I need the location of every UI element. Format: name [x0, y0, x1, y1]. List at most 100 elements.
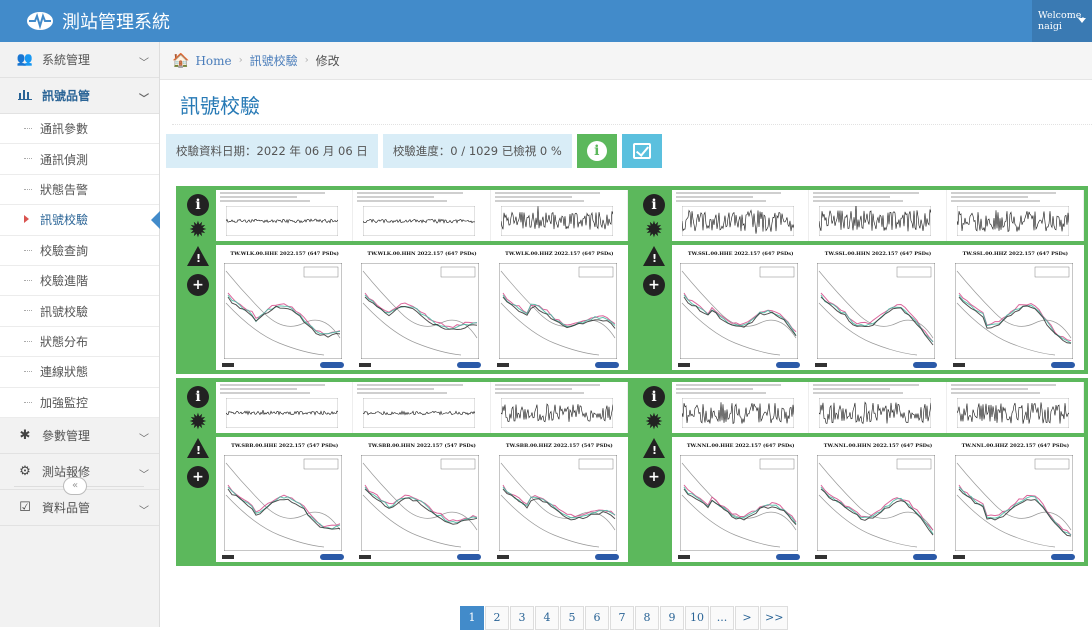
submenu-item-active[interactable]: 訊號校驗 — [0, 205, 160, 236]
station-card[interactable]: i ✹! + TW.WLK.00.HHE 2022.157 (647 PSDs) TW.… — [176, 186, 632, 374]
sidebar-item-data-qc[interactable]: ☑ 資料品管 ﹀ — [0, 490, 159, 526]
waveform-plot[interactable] — [353, 382, 491, 433]
breadcrumb-home-link[interactable]: Home — [195, 54, 231, 68]
psd-plot[interactable]: TW.NNL.00.HHN 2022.157 (647 PSDs) — [809, 441, 946, 562]
chevron-down-icon: ﹀ — [139, 505, 149, 517]
psd-footer — [359, 554, 482, 560]
waveform-row — [672, 382, 1084, 437]
submenu-label: 訊號校驗 — [40, 213, 89, 228]
psd-plot[interactable]: TW.SBB.00.HHE 2022.157 (547 PSDs) — [216, 441, 353, 562]
waveform-plot[interactable] — [809, 190, 947, 241]
page-button[interactable]: 10 — [685, 606, 709, 630]
warning-icon[interactable]: ! — [187, 438, 209, 458]
psd-title: TW.WLK.00.HHN 2022.157 (647 PSDs) — [367, 251, 477, 257]
gear-icon[interactable]: ✹ — [643, 412, 665, 434]
add-icon[interactable]: + — [187, 466, 209, 488]
psd-chart — [817, 455, 936, 551]
waveform-plot[interactable] — [947, 382, 1084, 433]
psd-plot[interactable]: TW.SSL.00.HHN 2022.157 (647 PSDs) — [809, 249, 946, 370]
page-button[interactable]: > — [735, 606, 759, 630]
logo-icon — [27, 12, 53, 30]
waveform-row — [216, 382, 628, 437]
card-panels: TW.NNL.00.HHE 2022.157 (647 PSDs) TW.NNL.… — [672, 382, 1084, 562]
user-menu[interactable]: Welcome, naigi — [1032, 0, 1092, 42]
psd-plot[interactable]: TW.SBB.00.HHZ 2022.157 (547 PSDs) — [491, 441, 628, 562]
submenu-item[interactable]: 通訊參數 — [0, 114, 159, 145]
warning-icon[interactable]: ! — [187, 246, 209, 266]
page-button[interactable]: 8 — [635, 606, 659, 630]
submenu-item[interactable]: 狀態告警 — [0, 174, 159, 206]
info-button[interactable]: i — [576, 134, 617, 168]
sidebar-item-params[interactable]: ✱ 參數管理 ﹀ — [0, 418, 159, 454]
waveform-plot[interactable] — [216, 382, 354, 433]
submenu-label: 連線狀態 — [40, 365, 89, 380]
psd-plot[interactable]: TW.WLK.00.HHE 2022.157 (647 PSDs) — [216, 249, 353, 370]
check-square-icon — [632, 143, 651, 159]
psd-chart — [498, 455, 617, 551]
station-card[interactable]: i ✹! + TW.NNL.00.HHE 2022.157 (647 PSDs) TW.… — [632, 378, 1088, 566]
waveform-plot[interactable] — [491, 190, 628, 241]
page-button[interactable]: ... — [710, 606, 734, 630]
divider — [172, 124, 1092, 125]
page-button[interactable]: 6 — [585, 606, 609, 630]
psd-plot[interactable]: TW.WLK.00.HHZ 2022.157 (647 PSDs) — [491, 249, 628, 370]
gear-icon[interactable]: ✹ — [187, 412, 209, 434]
info-icon[interactable]: i — [187, 386, 209, 408]
caret-down-icon — [1078, 18, 1086, 23]
submenu-item[interactable]: 連線狀態 — [0, 357, 159, 388]
psd-chart — [498, 263, 617, 359]
submenu-item[interactable]: 校驗查詢 — [0, 235, 159, 266]
info-icon[interactable]: i — [643, 194, 665, 216]
waveform-plot[interactable] — [947, 190, 1084, 241]
submenu-item[interactable]: 訊號校驗 — [0, 296, 159, 327]
submenu-item[interactable]: 校驗進階 — [0, 265, 159, 297]
add-icon[interactable]: + — [187, 274, 209, 296]
station-card[interactable]: i ✹! + TW.SSL.00.HHE 2022.157 (647 PSDs) TW.… — [632, 186, 1088, 374]
sidebar-item-label: 訊號品管 — [42, 89, 91, 103]
psd-footer — [815, 362, 938, 368]
info-icon[interactable]: i — [187, 194, 209, 216]
page-button[interactable]: 5 — [560, 606, 584, 630]
page-button[interactable]: 9 — [660, 606, 684, 630]
page-button[interactable]: 1 — [460, 606, 484, 630]
page-button[interactable]: >> — [760, 606, 789, 630]
psd-plot[interactable]: TW.SBB.00.HHN 2022.157 (547 PSDs) — [353, 441, 490, 562]
waveform-trace — [956, 206, 1069, 236]
warning-icon[interactable]: ! — [643, 246, 665, 266]
waveform-plot[interactable] — [672, 382, 810, 433]
psd-title: TW.SSL.00.HHZ 2022.157 (647 PSDs) — [962, 251, 1069, 257]
submenu-item[interactable]: 狀態分布 — [0, 326, 159, 358]
warning-icon[interactable]: ! — [643, 438, 665, 458]
waveform-plot[interactable] — [491, 382, 628, 433]
submenu-item[interactable]: 加強監控 — [0, 387, 159, 418]
waveform-plot[interactable] — [216, 190, 354, 241]
card-toolbar: i ✹! + — [636, 382, 672, 562]
add-icon[interactable]: + — [643, 274, 665, 296]
station-card[interactable]: i ✹! + TW.SBB.00.HHE 2022.157 (547 PSDs) TW.… — [176, 378, 632, 566]
gear-icon[interactable]: ✹ — [643, 220, 665, 242]
psd-plot[interactable]: TW.WLK.00.HHN 2022.157 (647 PSDs) — [353, 249, 490, 370]
sidebar-item-signal-qc[interactable]: 訊號品管 ﹀ — [0, 78, 159, 114]
page-button[interactable]: 7 — [610, 606, 634, 630]
brand[interactable]: 測站管理系統 — [26, 8, 170, 34]
gear-icon[interactable]: ✹ — [187, 220, 209, 242]
page-button[interactable]: 4 — [535, 606, 559, 630]
waveform-trace — [682, 206, 794, 236]
psd-plot[interactable]: TW.SSL.00.HHZ 2022.157 (647 PSDs) — [947, 249, 1084, 370]
info-icon[interactable]: i — [643, 386, 665, 408]
waveform-plot[interactable] — [809, 382, 947, 433]
waveform-plot[interactable] — [353, 190, 491, 241]
submenu-item[interactable]: 通訊偵測 — [0, 144, 159, 175]
sidebar-item-system[interactable]: 👥 系統管理 ﹀ — [0, 42, 159, 78]
psd-plot[interactable]: TW.NNL.00.HHE 2022.157 (647 PSDs) — [672, 441, 809, 562]
psd-plot[interactable]: TW.NNL.00.HHZ 2022.157 (647 PSDs) — [947, 441, 1084, 562]
waveform-plot[interactable] — [672, 190, 810, 241]
add-icon[interactable]: + — [643, 466, 665, 488]
breadcrumb-link[interactable]: 訊號校驗 — [250, 52, 298, 69]
asterisk-icon: ✱ — [19, 427, 31, 443]
page-button[interactable]: 2 — [485, 606, 509, 630]
page-button[interactable]: 3 — [510, 606, 534, 630]
psd-plot[interactable]: TW.SSL.00.HHE 2022.157 (647 PSDs) — [672, 249, 809, 370]
confirm-button[interactable] — [621, 134, 662, 168]
sidebar-collapse-button[interactable]: « — [63, 477, 87, 495]
